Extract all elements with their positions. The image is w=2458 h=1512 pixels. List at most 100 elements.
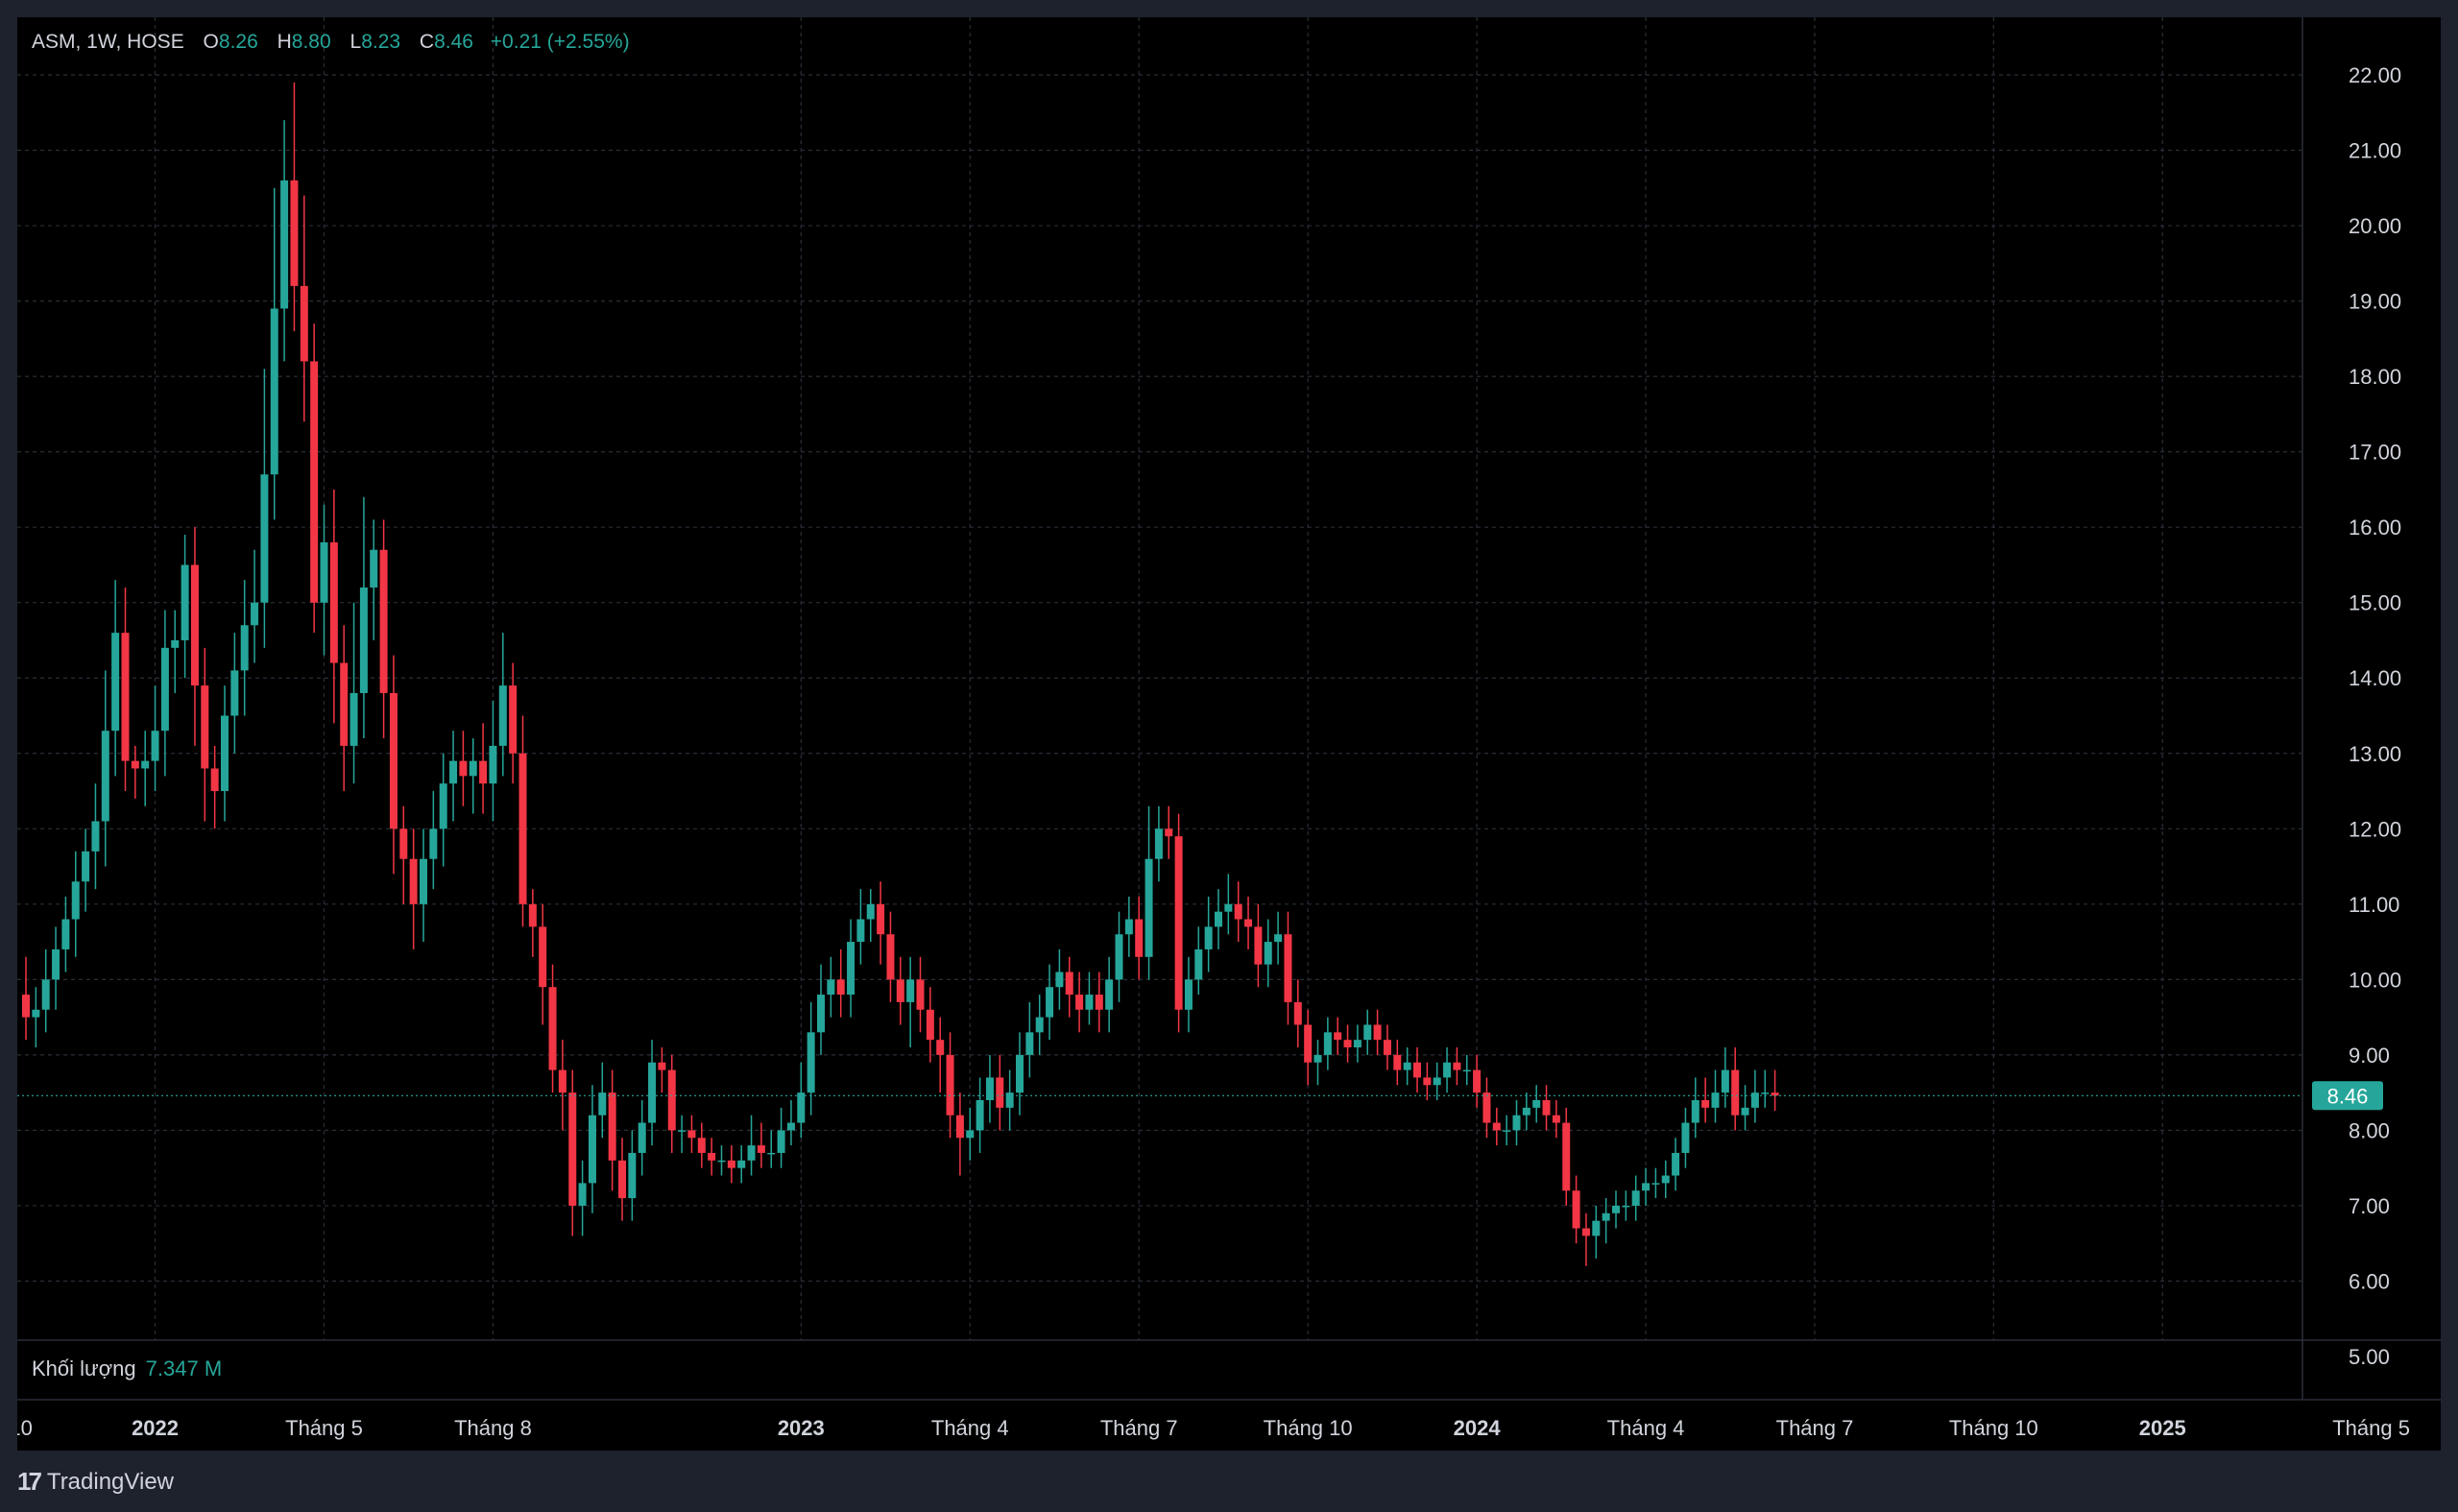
candle-body[interactable] [1721,1069,1729,1093]
candle-body[interactable] [1453,1062,1461,1070]
candle-body[interactable] [1761,1092,1770,1094]
candle-body[interactable] [1274,934,1283,943]
candle-body[interactable] [558,1069,566,1093]
candle-body[interactable] [1234,903,1242,920]
candle-body[interactable] [1642,1183,1651,1191]
candle-body[interactable] [1154,828,1163,859]
candle-body[interactable] [618,1160,626,1199]
candle-body[interactable] [866,903,875,920]
candle-body[interactable] [1204,926,1213,949]
candle-body[interactable] [1135,919,1144,957]
candle-body[interactable] [1393,1054,1402,1070]
candle-body[interactable] [708,1152,716,1161]
candle-body[interactable] [1462,1069,1471,1072]
candle-body[interactable] [1363,1024,1372,1041]
candle-body[interactable] [1065,972,1073,996]
candle-body[interactable] [1731,1069,1740,1116]
candle-body[interactable] [439,783,447,829]
candle-body[interactable] [420,858,427,904]
candle-body[interactable] [1046,987,1054,1018]
candle-body[interactable] [518,753,527,904]
candle-body[interactable] [1681,1122,1690,1153]
candle-body[interactable] [1443,1062,1452,1078]
candle-body[interactable] [1383,1040,1391,1055]
candle-body[interactable] [1532,1100,1541,1108]
candle-body[interactable] [1672,1152,1680,1176]
candle-body[interactable] [1482,1092,1491,1123]
candle-body[interactable] [201,685,209,769]
candle-body[interactable] [41,979,50,1010]
candle-body[interactable] [82,851,90,882]
candle-body[interactable] [678,1130,687,1132]
price-chart[interactable]: 22.00 21.00 20.00 19.00 18.00 17.00 16.00 15.00… [17,17,2441,1451]
candle-body[interactable] [61,919,70,949]
candle-body[interactable] [1503,1130,1511,1132]
candle-body[interactable] [966,1130,975,1139]
candle-body[interactable] [1035,1017,1044,1033]
candle-body[interactable] [1622,1205,1630,1208]
candle-body[interactable] [985,1077,994,1100]
candle-body[interactable] [1025,1032,1034,1055]
candle-body[interactable] [628,1152,637,1199]
candle-body[interactable] [429,828,438,859]
candle-body[interactable] [22,995,30,1018]
candle-body[interactable] [1691,1100,1699,1123]
candle-body[interactable] [1005,1092,1014,1108]
candle-body[interactable] [1413,1062,1421,1078]
candle-body[interactable] [797,1092,806,1123]
candle-body[interactable] [1343,1040,1352,1048]
candle-body[interactable] [1403,1062,1411,1070]
candle-body[interactable] [1244,919,1253,927]
candle-body[interactable] [539,926,547,988]
candle-body[interactable] [240,625,249,671]
candle-body[interactable] [786,1122,795,1131]
candle-body[interactable] [251,602,259,626]
candle-body[interactable] [747,1145,756,1161]
candle-body[interactable] [588,1115,596,1184]
candle-body[interactable] [1284,934,1292,1002]
candle-body[interactable] [469,760,477,777]
candle-body[interactable] [71,881,80,920]
candle-body[interactable] [1542,1100,1551,1116]
candle-body[interactable] [280,180,289,309]
candle-body[interactable] [32,1009,40,1018]
candle-body[interactable] [896,979,904,1002]
candle-body[interactable] [847,942,855,996]
candle-body[interactable] [1701,1100,1710,1108]
candle-body[interactable] [310,361,319,603]
candle-body[interactable] [827,979,835,996]
candle-body[interactable] [270,308,278,475]
candle-body[interactable] [877,903,885,935]
candle-body[interactable] [290,180,299,286]
candle-body[interactable] [767,1152,776,1155]
candle-body[interactable] [1552,1115,1560,1123]
candle-body[interactable] [1075,995,1084,1010]
candle-body[interactable] [320,541,328,603]
candle-body[interactable] [1095,995,1103,1010]
candle-body[interactable] [409,858,418,904]
candle-body[interactable] [608,1092,616,1161]
candle-body[interactable] [528,903,537,927]
candle-body[interactable] [976,1100,984,1131]
candle-body[interactable] [111,633,120,732]
candle-body[interactable] [1145,858,1153,957]
candle-body[interactable] [1323,1032,1332,1055]
candle-body[interactable] [459,760,468,777]
candle-body[interactable] [1224,903,1233,912]
candle-body[interactable] [807,1032,815,1093]
candle-body[interactable] [509,685,518,754]
candle-body[interactable] [1353,1040,1362,1048]
candle-body[interactable] [221,715,229,792]
candle-body[interactable] [1631,1190,1640,1206]
candle-body[interactable] [190,564,199,686]
candle-body[interactable] [121,633,130,761]
candle-body[interactable] [379,549,388,693]
candle-body[interactable] [926,1009,934,1041]
candle-body[interactable] [230,670,239,716]
candle-body[interactable] [52,948,60,980]
candle-body[interactable] [777,1130,785,1153]
candle-body[interactable] [1254,926,1263,965]
candle-body[interactable] [1711,1092,1720,1108]
candle-body[interactable] [717,1160,726,1163]
candle-body[interactable] [171,639,180,648]
